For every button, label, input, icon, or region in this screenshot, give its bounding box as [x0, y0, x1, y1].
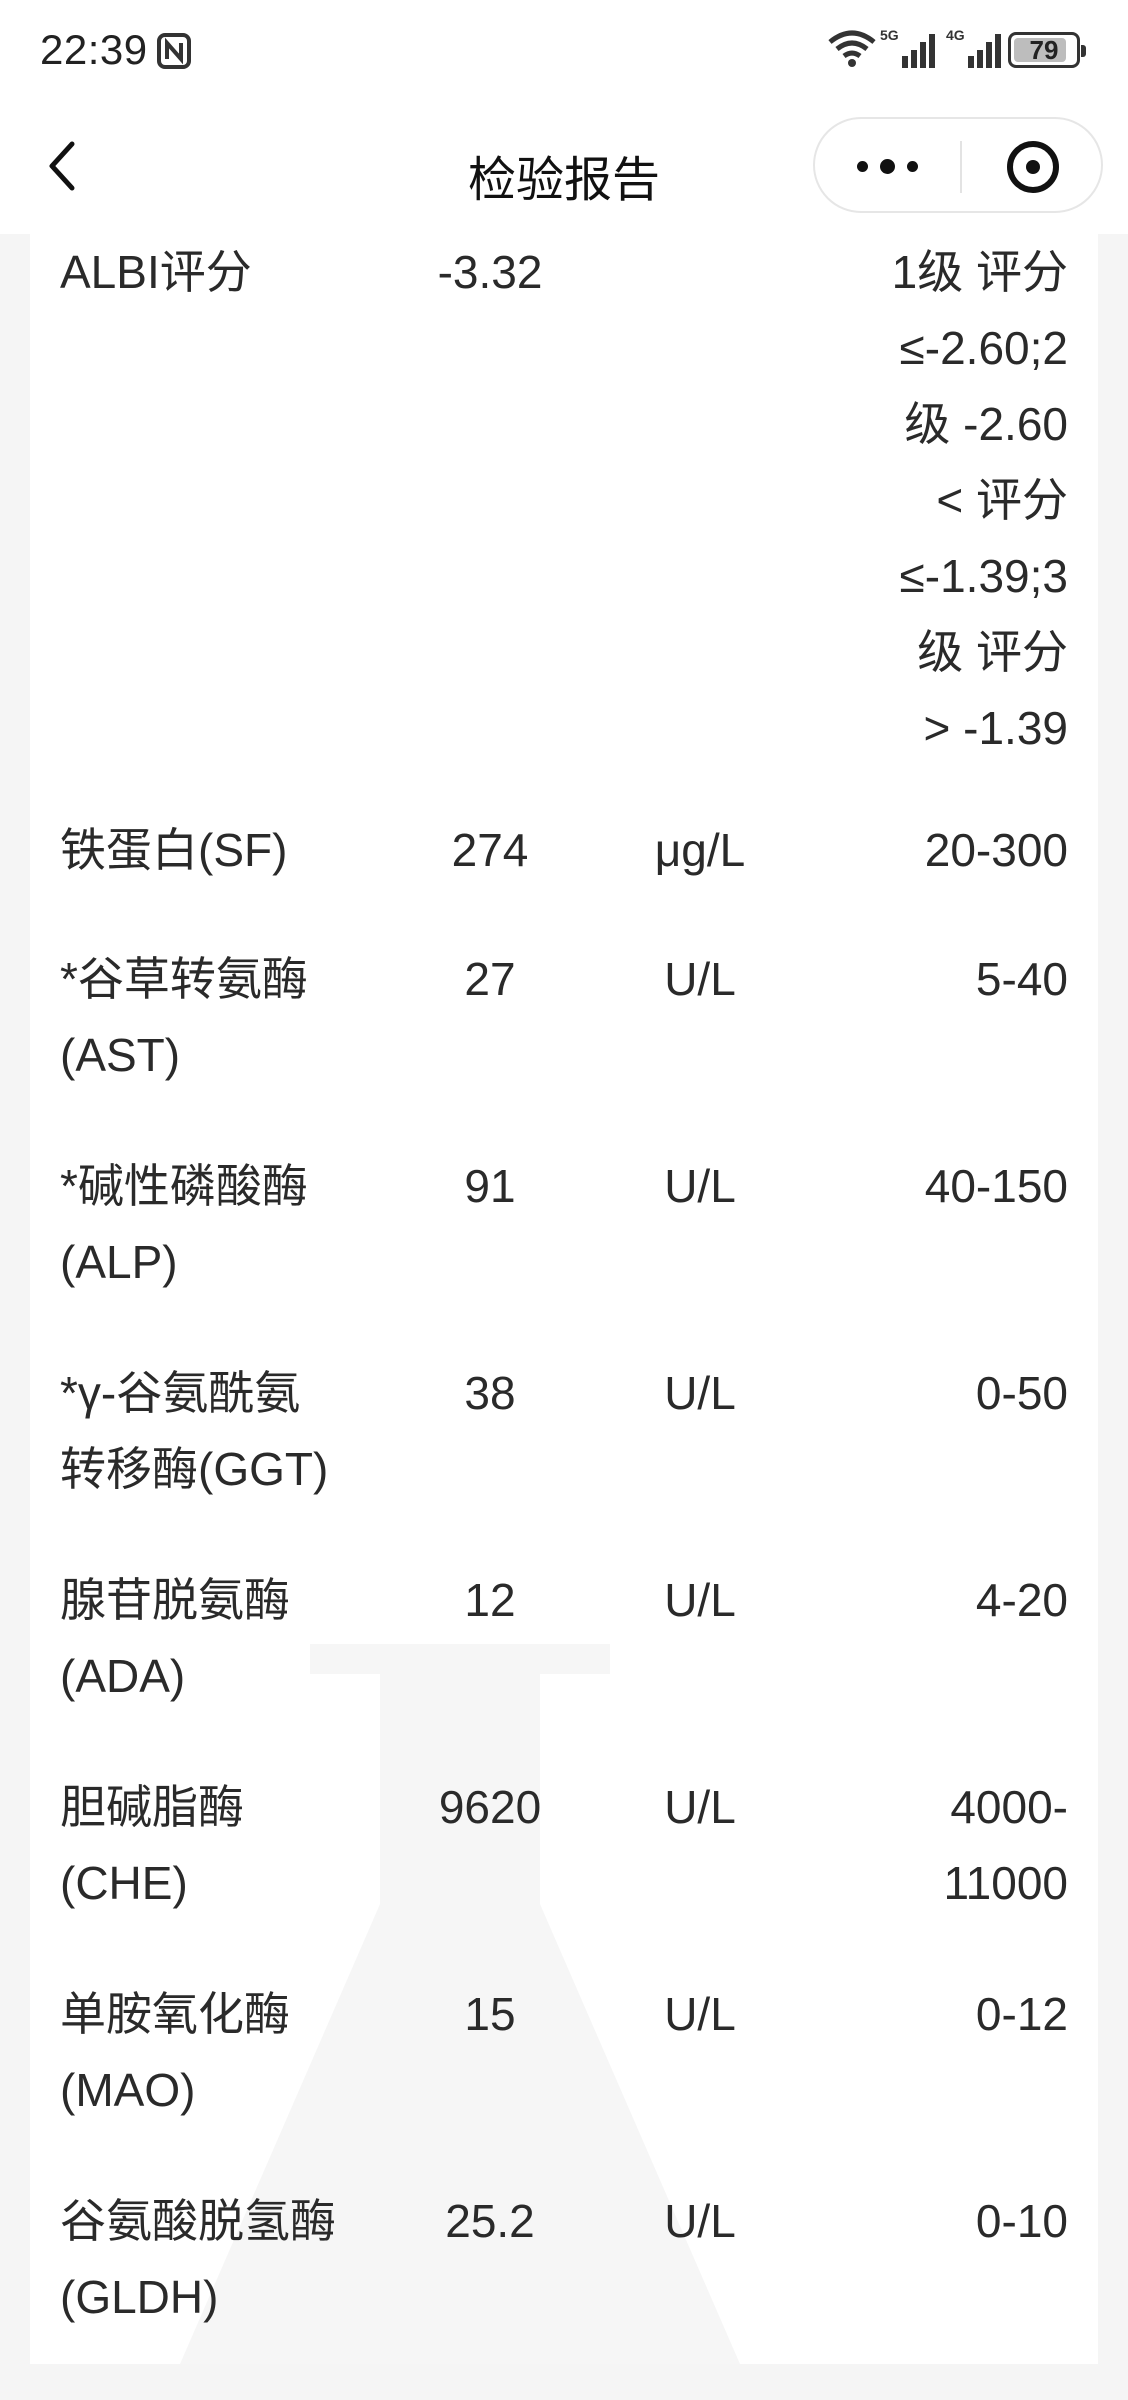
- test-name: ALBI评分: [60, 246, 252, 298]
- svg-text:4G: 4G: [946, 27, 965, 43]
- status-bar: 22:39 5G 4G 79: [0, 0, 1128, 100]
- more-dots-icon: [857, 161, 868, 172]
- test-unit: U/L: [664, 2195, 736, 2247]
- reference-range: 4-20: [975, 1574, 1068, 1626]
- test-name: *碱性磷酸酶 (ALP): [60, 1160, 308, 1288]
- test-unit: U/L: [664, 1781, 736, 1833]
- reference-range: 0-50: [975, 1367, 1068, 1419]
- target-circle-icon: [1007, 141, 1059, 193]
- test-unit: U/L: [664, 1367, 736, 1419]
- signal-4g-icon: 4G: [946, 27, 1001, 68]
- more-button[interactable]: [815, 119, 960, 215]
- test-name: *谷草转氨酶 (AST): [60, 953, 308, 1081]
- test-name: 谷氨酸脱氢酶 (GLDH): [60, 2195, 336, 2323]
- test-value: 91: [464, 1160, 516, 1212]
- test-name: *γ-谷氨酰氨 转移酶(GGT): [60, 1367, 329, 1495]
- test-value: 9620: [438, 1781, 542, 1833]
- signal-5g-icon: 5G: [880, 27, 935, 68]
- svg-text:5G: 5G: [880, 27, 899, 43]
- test-unit: U/L: [664, 1160, 736, 1212]
- test-value: 274: [451, 824, 529, 876]
- close-miniprogram-button[interactable]: [962, 119, 1105, 215]
- test-value: -3.32: [437, 246, 543, 298]
- status-time: 22:39: [40, 26, 148, 73]
- battery-icon: 79: [1008, 32, 1086, 68]
- test-name: 铁蛋白(SF): [60, 824, 288, 876]
- reference-range: 40-150: [924, 1160, 1068, 1212]
- report-table: ALBI评分 -3.32 1级 评分 ≤-2.60;2 级 -2.60 < 评分…: [30, 234, 1098, 2364]
- reference-range: 20-300: [924, 824, 1068, 876]
- miniprogram-capsule: [813, 117, 1103, 213]
- reference-range: 1级 评分 ≤-2.60;2 级 -2.60 < 评分 ≤-1.39;3 级 评…: [891, 246, 1068, 754]
- battery-level: 79: [1029, 34, 1059, 65]
- reference-range: 0-12: [975, 1988, 1068, 2040]
- reference-range: 4000- 11000: [943, 1781, 1068, 1909]
- test-value: 38: [464, 1367, 516, 1419]
- test-name: 腺苷脱氨酶 (ADA): [60, 1574, 290, 1702]
- reference-range: 5-40: [975, 953, 1068, 1005]
- test-value: 15: [464, 1988, 516, 2040]
- test-value: 27: [464, 953, 516, 1005]
- test-unit: μg/L: [654, 824, 746, 876]
- test-unit: U/L: [664, 953, 736, 1005]
- test-unit: U/L: [664, 1988, 736, 2040]
- test-value: 12: [464, 1574, 516, 1626]
- wifi-icon: [828, 30, 876, 67]
- reference-range: 0-10: [975, 2195, 1068, 2247]
- nfc-icon: [157, 33, 191, 69]
- test-name: 单胺氧化酶 (MAO): [60, 1988, 290, 2116]
- test-name: 胆碱脂酶 (CHE): [60, 1781, 244, 1909]
- nav-bar: 检验报告: [0, 100, 1128, 234]
- test-unit: U/L: [664, 1574, 736, 1626]
- test-value: 25.2: [445, 2195, 535, 2247]
